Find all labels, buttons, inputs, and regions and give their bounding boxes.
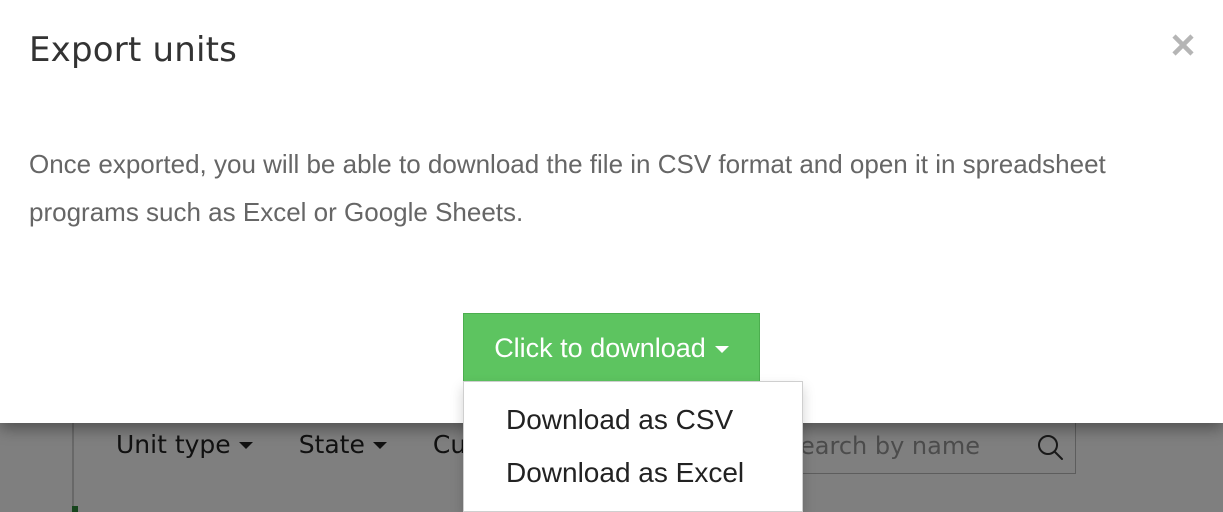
download-excel-option[interactable]: Download as Excel	[506, 457, 744, 489]
download-dropdown-menu: Download as CSV Download as Excel	[463, 381, 803, 512]
download-button-label: Click to download	[494, 332, 706, 363]
modal-title: Export units	[29, 30, 238, 70]
click-to-download-button[interactable]: Click to download	[463, 313, 760, 383]
modal-description: Once exported, you will be able to downl…	[29, 149, 1106, 227]
close-icon[interactable]	[1166, 28, 1200, 62]
caret-down-icon	[714, 346, 729, 353]
download-csv-option[interactable]: Download as CSV	[506, 404, 733, 436]
